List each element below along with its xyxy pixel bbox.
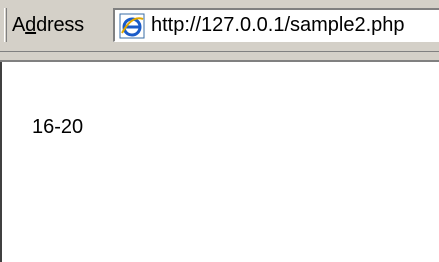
address-label-prefix: A [12, 14, 26, 36]
page-viewport: 16-20 [0, 62, 439, 262]
address-label-suffix: dress [36, 14, 84, 36]
toolbar-separator [0, 52, 439, 62]
address-label: Address [12, 8, 84, 42]
url-input[interactable]: http://127.0.0.1/sample2.php [113, 8, 439, 42]
page-content-text: 16-20 [32, 116, 84, 138]
address-bar: Address http://127.0.0.1/sample2.php [0, 0, 439, 52]
address-label-mnemonic: d [25, 14, 37, 36]
toolbar-grip-handle[interactable] [4, 8, 7, 42]
browser-window: Address http://127.0.0.1/sample2.php 16-… [0, 0, 439, 262]
url-text: http://127.0.0.1/sample2.php [151, 14, 405, 36]
internet-explorer-page-icon [119, 13, 145, 39]
